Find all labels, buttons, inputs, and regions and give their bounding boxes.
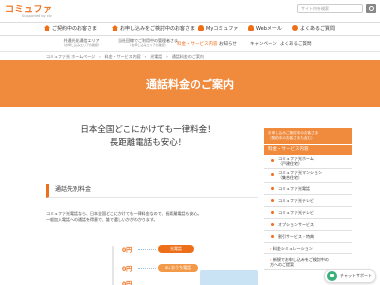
sidebar-applying-link[interactable]: お申し込みご検討中のお客さま （契約中のお客さまも含む） bbox=[264, 128, 352, 144]
sidebar-item-phone[interactable]: コミュファ光電話 bbox=[264, 183, 352, 195]
diagram-area bbox=[200, 270, 258, 285]
sidebar-simulation-link[interactable]: 料金シミュレーション bbox=[264, 243, 352, 254]
top-navigation: ご契約中のお客さま お申し込みをご検討中のお客さま Myコミュファ Webメール… bbox=[0, 22, 380, 36]
user-icon bbox=[198, 25, 204, 31]
page-banner: 通話料金のご案内 bbox=[0, 60, 380, 107]
chat-support-button[interactable]: チャットサポート bbox=[324, 269, 376, 283]
admin-link[interactable]: 当社回線でご利用中の管理者さま （お申し込みエリアの確認） bbox=[118, 38, 178, 48]
logo-tagline: Supported by ctc bbox=[22, 14, 52, 18]
area-check-link[interactable]: 共通光化通信エリア （お申し込みエリアの確認） bbox=[62, 38, 101, 48]
nav-webmail[interactable]: Webメール bbox=[248, 25, 282, 32]
dotted-line bbox=[138, 268, 156, 269]
hero-line-1: 日本全国どこにかけても一律料金！ bbox=[80, 125, 216, 135]
sidebar-item-discounts[interactable]: 割引サービス・特典 bbox=[264, 231, 352, 243]
nav-faq[interactable]: よくあるご質問 bbox=[292, 25, 335, 32]
search-icon[interactable] bbox=[366, 4, 376, 13]
subnav-news[interactable]: お知らせ bbox=[219, 41, 237, 47]
sidebar-item-tv-2[interactable]: コミュファ光テレビ bbox=[264, 207, 352, 219]
house-icon bbox=[112, 25, 118, 31]
subnav-faq[interactable]: よくあるご質問 bbox=[280, 41, 312, 47]
subnav-pricing[interactable]: 料金・サービス内容 bbox=[177, 41, 218, 47]
sidebar-item-mansion[interactable]: コミュファ光マンション （集合住宅） bbox=[264, 169, 352, 183]
section-paragraph: コミュファ光電話なら、日本全国どこにかけても一律料金なので、長距離電話も安心。 … bbox=[46, 211, 202, 222]
site-search-input[interactable]: サイト内を検索 bbox=[297, 4, 363, 13]
question-icon bbox=[292, 25, 298, 31]
site-header: コミュファ Supported by ctc サイト内を検索 bbox=[0, 0, 380, 22]
nav-applying[interactable]: お申し込みをご検討中のお客さま bbox=[112, 25, 195, 32]
sub-navigation: 共通光化通信エリア （お申し込みエリアの確認） 当社回線でご利用中の管理者さま … bbox=[0, 36, 380, 52]
subnav-campaign[interactable]: キャンペーン bbox=[250, 41, 277, 47]
zero-yen-label: 0円 bbox=[122, 266, 133, 273]
nav-customers[interactable]: ご契約中のお客さま bbox=[44, 25, 97, 32]
sidebar-proposal-link[interactable]: 新規でお申し込みをご検討中の 方へのご提案 bbox=[264, 254, 352, 270]
mail-icon bbox=[248, 25, 254, 31]
chat-icon bbox=[327, 271, 337, 281]
sidebar: お申し込みご検討中のお客さま （契約中のお客さまも含む） 料金・サービス内容 コ… bbox=[264, 128, 352, 270]
au-ouchi-denwa-pill: au おうち電話 bbox=[158, 264, 198, 272]
nav-mypage[interactable]: Myコミュファ bbox=[198, 25, 238, 32]
diagram-divider bbox=[112, 246, 114, 285]
hero-message: 日本全国どこにかけても一律料金！ 長距離電話も安心！ bbox=[62, 124, 234, 150]
sidebar-item-tv[interactable]: コミュファ光テレビ bbox=[264, 195, 352, 207]
hero-line-2: 長距離電話も安心！ bbox=[109, 138, 187, 148]
house-icon bbox=[44, 25, 50, 31]
hikari-denwa-pill: 光電話 bbox=[158, 245, 194, 253]
section-heading: 通話先別料金 bbox=[46, 184, 258, 198]
zero-yen-label: 0円 bbox=[122, 281, 133, 285]
sidebar-heading[interactable]: 料金・サービス内容 bbox=[264, 145, 352, 155]
page-title: 通話料金のご案内 bbox=[146, 78, 234, 91]
dotted-line bbox=[138, 249, 156, 250]
sidebar-item-home[interactable]: コミュファ光ホーム （戸建住宅） bbox=[264, 155, 352, 169]
sidebar-item-options[interactable]: オプションサービス bbox=[264, 219, 352, 231]
zero-yen-label: 0円 bbox=[122, 247, 133, 254]
